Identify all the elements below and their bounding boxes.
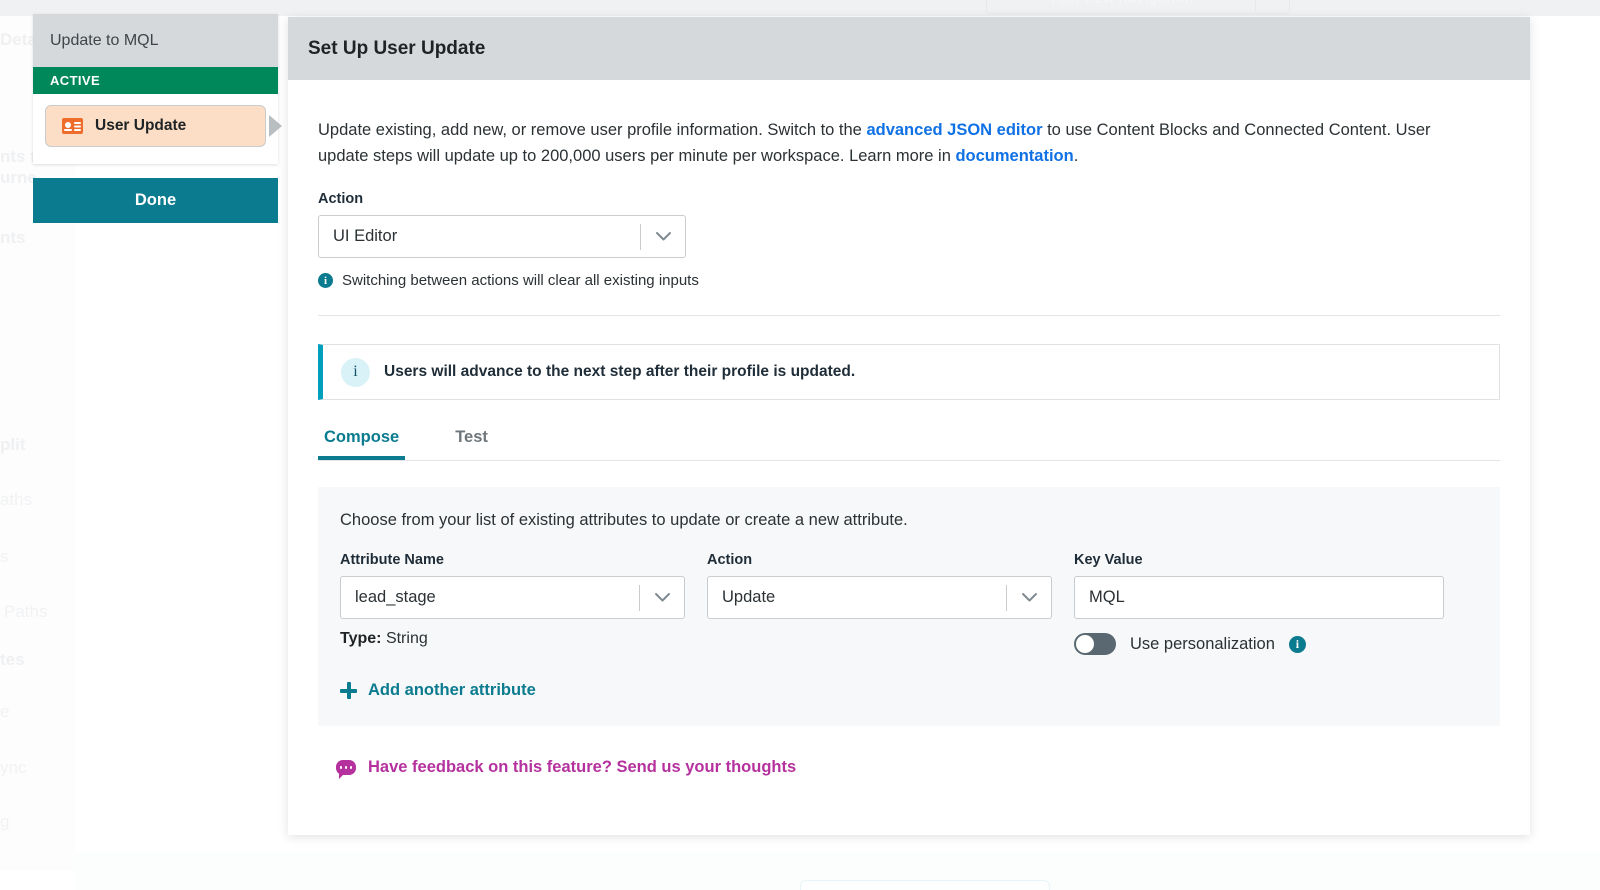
use-personalization-label: Use personalization (1130, 635, 1275, 654)
attribute-row: Attribute Name lead_stage Type: (340, 552, 1478, 655)
action-hint-text: Switching between actions will clear all… (342, 272, 699, 289)
attributes-panel: Choose from your list of existing attrib… (318, 487, 1500, 726)
step-chip-label: User Update (95, 117, 186, 135)
topnav-search: Search to R (1302, 0, 1407, 3)
action-field-label: Action (318, 191, 1500, 207)
step-panel-body: User Update (33, 94, 278, 159)
chevron-down-icon: ▾ (1256, 0, 1290, 14)
chevron-right-icon (269, 115, 282, 137)
topnav-support-label: Support (1494, 0, 1547, 3)
advanced-json-editor-link[interactable]: advanced JSON editor (866, 121, 1042, 139)
attribute-name-select[interactable]: lead_stage (340, 576, 685, 619)
attribute-name-column: Attribute Name lead_stage Type: (340, 552, 685, 655)
topnav-search-label: Search to R (1328, 0, 1407, 3)
book-icon (1468, 0, 1485, 2)
action-select-value: UI Editor (319, 227, 640, 246)
add-another-attribute-label: Add another attribute (368, 681, 536, 700)
intro-text-part1: Update existing, add new, or remove user… (318, 121, 866, 139)
key-value-field[interactable] (1074, 576, 1444, 619)
attribute-action-label: Action (707, 552, 1052, 568)
key-value-input[interactable] (1075, 588, 1443, 607)
info-banner: i Users will advance to the next step af… (318, 344, 1500, 400)
attribute-name-label: Attribute Name (340, 552, 685, 568)
bg-sidebar-fragment: Paths (4, 602, 47, 622)
id-card-icon (62, 118, 83, 134)
action-select[interactable]: UI Editor (318, 215, 686, 258)
key-value-column: Key Value Use personalization i (1074, 552, 1444, 655)
plus-icon (340, 682, 357, 699)
topnav-navigation-pill: Your new navigation (986, 0, 1256, 14)
divider (318, 315, 1500, 316)
chevron-down-icon (1007, 592, 1051, 603)
chevron-down-icon (640, 592, 684, 603)
step-panel-title: Update to MQL (33, 14, 278, 67)
tab-compose[interactable]: Compose (318, 428, 405, 460)
use-personalization-toggle[interactable] (1074, 633, 1116, 655)
status-badge: ACTIVE (33, 67, 278, 94)
attribute-type-label: Type: (340, 630, 381, 647)
intro-text-part3: . (1074, 147, 1079, 165)
tab-bar: Compose Test (318, 428, 1500, 461)
page-title: Set Up User Update (288, 17, 1530, 80)
attribute-action-value: Update (708, 588, 1006, 607)
chevron-down-icon (641, 231, 685, 242)
search-icon (1302, 0, 1319, 3)
documentation-link[interactable]: documentation (955, 147, 1073, 165)
personalization-row: Use personalization i (1074, 633, 1444, 655)
attribute-action-column: Action Update (707, 552, 1052, 655)
tab-test[interactable]: Test (449, 428, 494, 460)
attributes-intro: Choose from your list of existing attrib… (340, 511, 1478, 530)
bg-sidebar-fragment: g (0, 812, 9, 832)
bg-sidebar-fragment: plit (0, 435, 26, 455)
feedback-link[interactable]: Have feedback on this feature? Send us y… (336, 758, 796, 777)
info-icon: i (318, 273, 333, 288)
key-value-label: Key Value (1074, 552, 1444, 568)
info-icon: i (341, 358, 370, 387)
attribute-name-value: lead_stage (341, 588, 639, 607)
bg-sidebar-fragment: tes (0, 650, 25, 670)
app-root: Your new navigation ▾ Search to R Suppor… (0, 0, 1600, 890)
action-hint: i Switching between actions will clear a… (318, 272, 1500, 289)
done-button[interactable]: Done (33, 178, 278, 223)
bg-sidebar-fragment: aths (0, 490, 32, 510)
info-banner-text: Users will advance to the next step afte… (384, 363, 855, 381)
bg-sidebar-fragment: nts (0, 228, 26, 248)
bg-sidebar-fragment: ync (0, 758, 26, 778)
topnav-support: Support (1468, 0, 1547, 3)
feedback-label: Have feedback on this feature? Send us y… (368, 758, 796, 777)
info-icon[interactable]: i (1289, 636, 1306, 653)
step-chip-user-update[interactable]: User Update (45, 105, 266, 147)
attribute-action-select[interactable]: Update (707, 576, 1052, 619)
background-canvas-lower (75, 852, 1600, 890)
bg-sidebar-fragment: s (0, 547, 9, 567)
background-journey-card (800, 880, 1050, 890)
bg-sidebar-fragment: urne (0, 168, 37, 188)
add-another-attribute-button[interactable]: Add another attribute (340, 681, 536, 700)
speech-bubble-icon (336, 760, 356, 775)
modal-body: Update existing, add new, or remove user… (288, 80, 1530, 777)
attribute-type: Type: String (340, 630, 685, 648)
attribute-type-value: String (386, 630, 428, 647)
bg-sidebar-fragment: e (0, 702, 9, 722)
setup-modal: Set Up User Update Update existing, add … (288, 17, 1530, 835)
step-panel: Update to MQL ACTIVE User Update (33, 14, 278, 164)
bg-sidebar-fragment: Deta (0, 30, 37, 50)
intro-paragraph: Update existing, add new, or remove user… (318, 117, 1438, 169)
